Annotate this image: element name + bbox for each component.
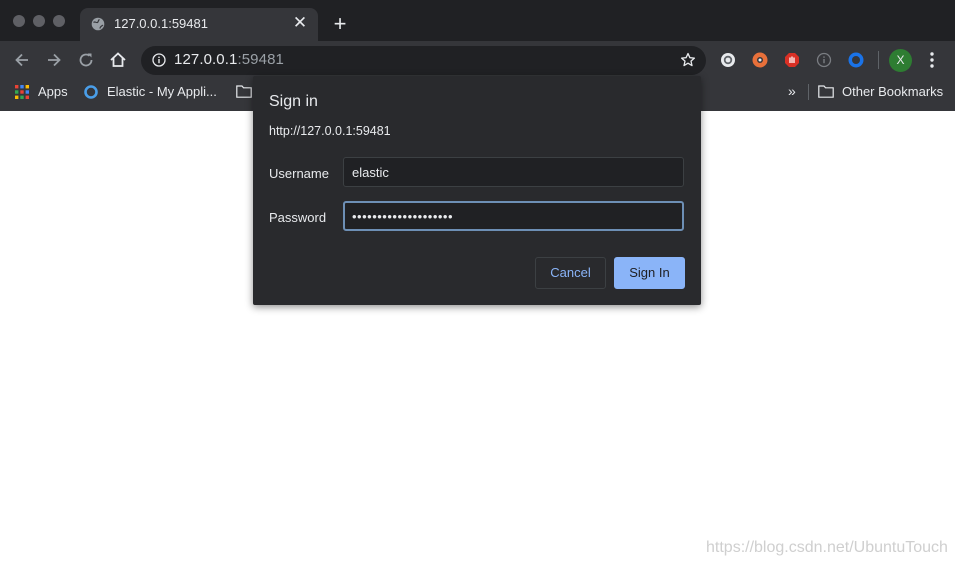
folder-icon xyxy=(818,85,834,98)
extension-orange-icon[interactable] xyxy=(752,52,768,68)
apps-grid-icon xyxy=(15,85,29,99)
extension-ring-icon[interactable] xyxy=(848,52,864,68)
bookmark-folder[interactable] xyxy=(236,84,252,100)
bookmark-other[interactable]: Other Bookmarks xyxy=(818,84,944,100)
reload-icon[interactable] xyxy=(76,50,96,70)
watermark-text: https://blog.csdn.net/UbuntuTouch xyxy=(706,539,948,556)
bookmark-star-icon[interactable] xyxy=(680,52,696,68)
address-bar[interactable]: 127.0.0.1:59481 xyxy=(141,46,706,75)
sign-in-button[interactable]: Sign In xyxy=(614,257,685,289)
url-text[interactable]: 127.0.0.1:59481 xyxy=(174,51,284,68)
info-icon[interactable] xyxy=(152,53,166,67)
browser-tab[interactable]: 127.0.0.1:59481 ✕ xyxy=(80,8,318,41)
username-label: Username xyxy=(269,166,329,181)
dialog-origin: http://127.0.0.1:59481 xyxy=(269,124,391,138)
extension-record-icon[interactable] xyxy=(720,52,736,68)
username-field[interactable] xyxy=(343,157,684,187)
bookmark-elastic[interactable]: Elastic - My Appli... xyxy=(84,84,224,100)
bookmark-elastic-label: Elastic - My Appli... xyxy=(107,84,217,99)
window-zoom-button[interactable] xyxy=(53,15,65,27)
folder-icon xyxy=(236,85,252,98)
bookmark-apps[interactable]: Apps xyxy=(15,84,75,100)
sign-in-dialog: Sign in http://127.0.0.1:59481 Username … xyxy=(253,76,701,305)
back-arrow-icon[interactable] xyxy=(12,50,32,70)
home-icon[interactable] xyxy=(108,50,128,70)
bookmarks-separator xyxy=(808,84,809,100)
window-close-button[interactable] xyxy=(13,15,25,27)
bookmark-other-label: Other Bookmarks xyxy=(842,84,944,99)
bookmarks-overflow-chevron-icon[interactable]: » xyxy=(788,83,798,99)
menu-kebab-icon[interactable] xyxy=(926,50,938,70)
url-port: :59481 xyxy=(237,51,284,68)
toolbar-separator xyxy=(878,51,879,69)
tab-close-icon[interactable]: ✕ xyxy=(291,14,309,32)
elastic-ring-icon xyxy=(84,85,98,99)
profile-avatar[interactable]: X xyxy=(889,49,912,72)
extension-hand-icon[interactable] xyxy=(784,52,800,68)
url-host: 127.0.0.1 xyxy=(174,51,238,68)
forward-arrow-icon[interactable] xyxy=(44,50,64,70)
tab-title: 127.0.0.1:59481 xyxy=(114,16,208,31)
new-tab-button[interactable]: + xyxy=(330,13,350,35)
window-minimize-button[interactable] xyxy=(33,15,45,27)
bookmark-apps-label: Apps xyxy=(38,84,68,99)
password-label: Password xyxy=(269,210,327,225)
dialog-title: Sign in xyxy=(269,93,318,110)
extension-info-icon[interactable] xyxy=(816,52,832,68)
cancel-button[interactable]: Cancel xyxy=(535,257,606,289)
password-field[interactable] xyxy=(343,201,684,231)
tab-strip: 127.0.0.1:59481 ✕ + xyxy=(0,0,955,41)
globe-icon xyxy=(91,17,105,31)
